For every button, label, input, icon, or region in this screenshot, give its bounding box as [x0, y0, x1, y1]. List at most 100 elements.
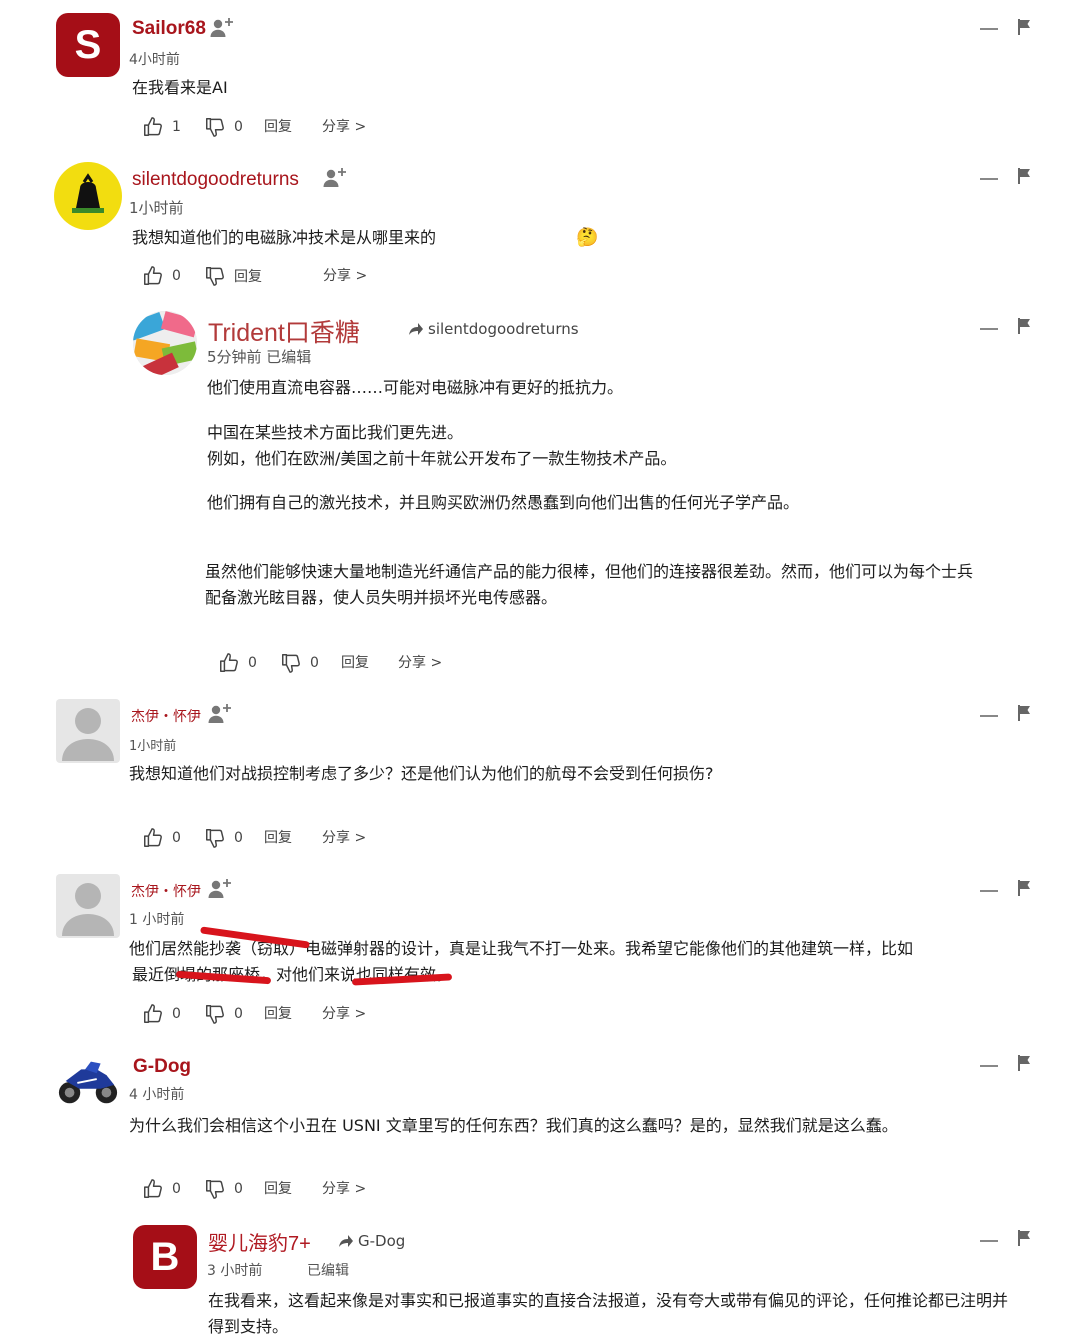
like-button[interactable]: 0 — [142, 827, 181, 849]
collapse-icon[interactable] — [980, 715, 998, 717]
collapse-icon[interactable] — [980, 28, 998, 30]
username[interactable]: Sailor68 — [132, 18, 206, 40]
reply-to[interactable]: silentdogoodreturns — [408, 320, 579, 338]
dislike-button[interactable]: 0 — [280, 652, 319, 674]
reply-to-user: silentdogoodreturns — [428, 320, 579, 338]
timestamp: 4 小时前 — [129, 1087, 185, 1103]
avatar[interactable] — [56, 699, 120, 763]
like-button[interactable]: 0 — [218, 652, 257, 674]
timestamp: 3 小时前 — [207, 1263, 263, 1279]
dislike-button[interactable]: 0 — [204, 1178, 243, 1200]
thumb-up-icon — [142, 116, 164, 138]
dislike-count: 0 — [234, 119, 243, 135]
avatar[interactable]: B — [133, 1225, 197, 1289]
comment-text: 为什么我们会相信这个小丑在 USNI 文章里写的任何东西？我们真的这么蠢吗？是的… — [129, 1116, 898, 1135]
comment: 杰伊・怀伊 1 小时前 他们居然能抄袭（窃取）电磁弹射器的设计，真是让我气不打一… — [0, 870, 1080, 1045]
comment-actions: 0 回复 分享 > — [142, 265, 442, 289]
comment: silentdogoodreturns 1小时前 我想知道他们的电磁脉冲技术是从… — [0, 150, 1080, 300]
reply-button[interactable]: 回复 — [341, 652, 369, 672]
flag-icon[interactable] — [1018, 318, 1032, 334]
comment-actions: 0 0 回复 分享 > — [142, 1003, 442, 1027]
reply-label: 回复 — [234, 269, 262, 285]
dislike-count: 0 — [310, 655, 319, 671]
follow-icon[interactable] — [210, 17, 234, 39]
timestamp: 5分钟前 已编辑 — [207, 348, 312, 366]
trash-bag-icon — [72, 173, 104, 213]
comment-text-cont: 虽然他们能够快速大量地制造光纤通信产品的能力很棒，但他们的连接器很差劲。然而，他… — [205, 562, 974, 607]
reply-to[interactable]: G-Dog — [338, 1232, 405, 1250]
like-count: 1 — [172, 119, 181, 135]
gum-pack-icon — [133, 311, 197, 375]
thumb-up-icon — [142, 1003, 164, 1025]
reply-button[interactable]: 回复 — [264, 827, 292, 847]
thumb-down-icon — [204, 265, 226, 287]
username[interactable]: G-Dog — [133, 1056, 191, 1078]
flag-icon[interactable] — [1018, 1230, 1032, 1246]
reply-button[interactable]: 回复 — [264, 1178, 292, 1198]
avatar[interactable] — [54, 162, 122, 230]
avatar[interactable] — [56, 874, 120, 938]
share-button[interactable]: 分享 > — [322, 1003, 366, 1023]
dislike-count: 0 — [234, 1006, 243, 1022]
comment: S Sailor68 4小时前 在我看来是AI 1 0 回复 分享 > — [0, 0, 1080, 150]
thumb-up-icon — [142, 827, 164, 849]
emoji: 🤔 — [576, 227, 599, 248]
comment-text: 在我看来，这看起来像是对事实和已报道事实的直接合法报道，没有夸大或带有偏见的评论… — [208, 1291, 1009, 1336]
follow-icon[interactable] — [208, 878, 232, 900]
comment-actions: 0 0 回复 分享 > — [218, 652, 518, 676]
collapse-icon[interactable] — [980, 178, 998, 180]
timestamp: 1小时前 — [129, 199, 184, 217]
comment-actions: 1 0 回复 分享 > — [142, 116, 442, 140]
reply-button[interactable]: 回复 — [264, 116, 292, 136]
username[interactable]: Trident口香糖 — [208, 313, 360, 349]
flag-icon[interactable] — [1018, 168, 1032, 184]
comment-actions: 0 0 回复 分享 > — [142, 1178, 442, 1202]
reply-arrow-icon — [408, 322, 424, 336]
comment-reply: B 婴儿海豹7+ G-Dog 3 小时前 已编辑 在我看来，这看起来像是对事实和… — [0, 1215, 1080, 1342]
username[interactable]: 杰伊・怀伊 — [131, 881, 201, 901]
dislike-button[interactable]: 0 — [204, 1003, 243, 1025]
comment-text: 他们使用直流电容器……可能对电磁脉冲有更好的抵抗力。 中国在某些技术方面比我们更… — [207, 378, 800, 512]
comment: G-Dog 4 小时前 为什么我们会相信这个小丑在 USNI 文章里写的任何东西… — [0, 1045, 1080, 1215]
collapse-icon[interactable] — [980, 1240, 998, 1242]
share-button[interactable]: 分享 > — [322, 116, 366, 136]
flag-icon[interactable] — [1018, 19, 1032, 35]
flag-icon[interactable] — [1018, 705, 1032, 721]
reply-to-user: G-Dog — [358, 1232, 406, 1250]
username[interactable]: silentdogoodreturns — [132, 169, 299, 191]
username[interactable]: 杰伊・怀伊 — [131, 706, 201, 726]
dislike-button[interactable]: 0 — [204, 827, 243, 849]
like-button[interactable]: 1 — [142, 116, 181, 138]
collapse-icon[interactable] — [980, 1065, 998, 1067]
flag-icon[interactable] — [1018, 1055, 1032, 1071]
share-button[interactable]: 分享 > — [398, 652, 442, 672]
collapse-icon[interactable] — [980, 890, 998, 892]
collapse-icon[interactable] — [980, 328, 998, 330]
avatar[interactable] — [56, 1048, 120, 1112]
avatar[interactable]: S — [56, 13, 120, 77]
dislike-button[interactable]: 回复 — [204, 265, 262, 287]
follow-icon[interactable] — [323, 167, 347, 189]
thumb-up-icon — [142, 1178, 164, 1200]
avatar[interactable] — [133, 311, 197, 375]
dislike-count: 0 — [234, 1181, 243, 1197]
share-button[interactable]: 分享 > — [323, 265, 367, 285]
dislike-button[interactable]: 0 — [204, 116, 243, 138]
username[interactable]: 婴儿海豹7+ — [208, 1227, 311, 1256]
like-button[interactable]: 0 — [142, 265, 181, 287]
thumb-up-icon — [142, 265, 164, 287]
comment-text: 在我看来是AI — [132, 78, 228, 97]
like-button[interactable]: 0 — [142, 1003, 181, 1025]
like-button[interactable]: 0 — [142, 1178, 181, 1200]
reply-button[interactable]: 回复 — [264, 1003, 292, 1023]
flag-icon[interactable] — [1018, 880, 1032, 896]
share-button[interactable]: 分享 > — [322, 827, 366, 847]
thumb-down-icon — [204, 1003, 226, 1025]
follow-icon[interactable] — [208, 703, 232, 725]
thumb-down-icon — [204, 827, 226, 849]
like-count: 0 — [172, 830, 181, 846]
default-user-icon — [62, 708, 114, 761]
comment-actions: 0 0 回复 分享 > — [142, 827, 442, 851]
thumb-down-icon — [280, 652, 302, 674]
share-button[interactable]: 分享 > — [322, 1178, 366, 1198]
